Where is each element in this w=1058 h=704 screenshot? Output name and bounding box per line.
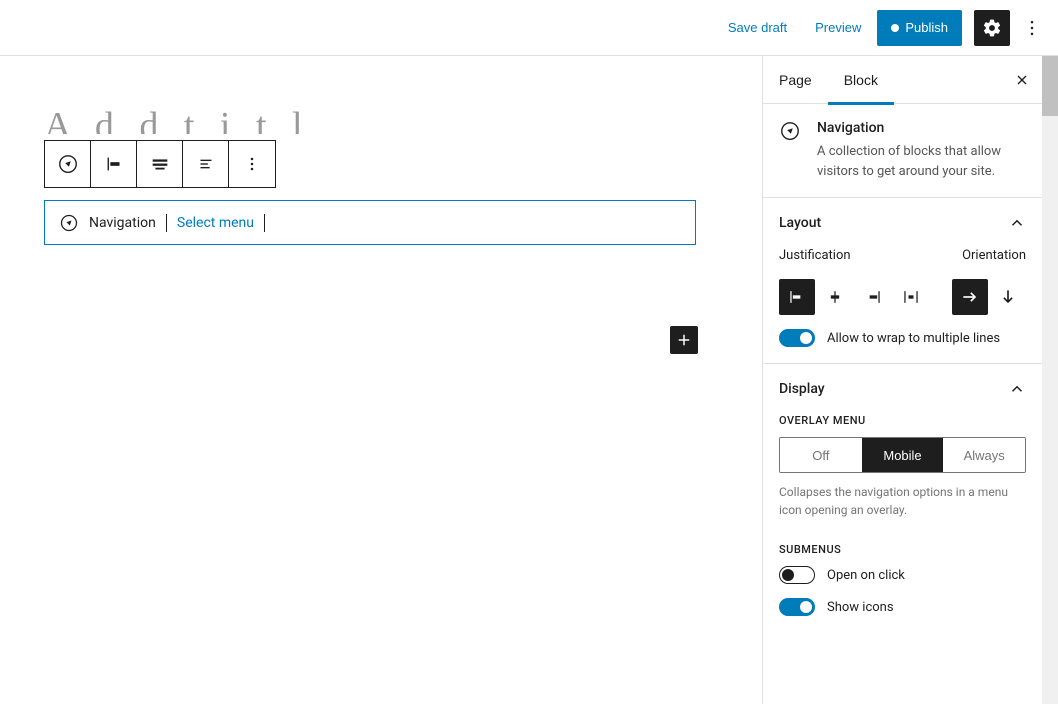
overlay-always-button[interactable]: Always [943, 438, 1025, 472]
justify-left-button[interactable] [779, 279, 815, 315]
close-icon [1014, 72, 1030, 88]
overlay-mobile-button[interactable]: Mobile [862, 438, 944, 472]
preview-button[interactable]: Preview [803, 12, 873, 43]
show-icons-label: Show icons [827, 600, 894, 615]
block-toolbar [44, 140, 276, 188]
orientation-buttons [952, 279, 1026, 315]
arrow-right-icon [960, 287, 980, 307]
block-info-panel: Navigation A collection of blocks that a… [763, 104, 1042, 198]
save-draft-button[interactable]: Save draft [716, 12, 799, 43]
text-align-icon [195, 153, 217, 175]
layout-panel-toggle[interactable]: Layout [779, 214, 1026, 232]
justify-right-icon [863, 287, 883, 307]
chevron-up-icon [1008, 380, 1026, 398]
justification-buttons [779, 279, 929, 315]
settings-sidebar: Page Block Navigation A collection of bl… [762, 56, 1042, 704]
text-align-button[interactable] [183, 141, 229, 187]
block-more-button[interactable] [229, 141, 275, 187]
open-on-click-label: Open on click [827, 568, 905, 583]
compass-icon [779, 120, 803, 181]
justify-right-button[interactable] [855, 279, 891, 315]
open-on-click-toggle[interactable] [779, 566, 815, 584]
editor-topbar: Save draft Preview Publish [0, 0, 1058, 56]
justification-label: Justification [779, 248, 851, 263]
block-type-button[interactable] [45, 141, 91, 187]
block-info-description: A collection of blocks that allow visito… [817, 142, 1026, 181]
overlay-off-button[interactable]: Off [780, 438, 862, 472]
justify-space-between-icon [901, 287, 921, 307]
justify-left-icon [787, 287, 807, 307]
show-icons-toggle[interactable] [779, 598, 815, 616]
layout-panel-title: Layout [779, 215, 821, 231]
align-lines-icon [149, 153, 171, 175]
editor-layout: A d d t i t l Navigation S [0, 56, 1058, 704]
orientation-horizontal-button[interactable] [952, 279, 988, 315]
status-dot-icon [891, 24, 899, 32]
divider [166, 214, 167, 232]
display-panel: Display OVERLAY MENU Off Mobile Always C… [763, 364, 1042, 632]
overlay-menu-heading: OVERLAY MENU [779, 414, 1026, 427]
compass-icon [57, 153, 79, 175]
justify-center-button[interactable] [817, 279, 853, 315]
wrap-toggle[interactable] [779, 329, 815, 347]
layout-panel: Layout Justification Orientation [763, 198, 1042, 364]
submenus-heading: SUBMENUS [779, 543, 1026, 556]
more-vertical-icon [242, 154, 262, 174]
compass-icon [59, 213, 79, 233]
justify-space-between-button[interactable] [893, 279, 929, 315]
justify-center-icon [825, 287, 845, 307]
orientation-label: Orientation [962, 248, 1026, 263]
align-button[interactable] [137, 141, 183, 187]
scrollbar-thumb[interactable] [1042, 56, 1058, 116]
display-panel-title: Display [779, 381, 825, 397]
publish-button-label: Publish [905, 20, 948, 35]
overlay-help-text: Collapses the navigation options in a me… [779, 483, 1026, 519]
justify-left-button[interactable] [91, 141, 137, 187]
add-block-button[interactable] [670, 326, 698, 354]
gear-icon [982, 18, 1002, 38]
sidebar-tabs: Page Block [763, 56, 1042, 104]
plus-icon [675, 331, 693, 349]
editor-canvas[interactable]: A d d t i t l Navigation S [0, 56, 762, 704]
justify-left-icon [103, 153, 125, 175]
orientation-vertical-button[interactable] [990, 279, 1026, 315]
navigation-block-label: Navigation [89, 215, 156, 231]
scrollbar-track[interactable] [1042, 56, 1058, 704]
wrap-toggle-label: Allow to wrap to multiple lines [827, 331, 1000, 346]
more-options-button[interactable] [1014, 10, 1050, 46]
settings-button[interactable] [974, 10, 1010, 46]
publish-button[interactable]: Publish [877, 10, 962, 46]
chevron-up-icon [1008, 214, 1026, 232]
page-title-placeholder[interactable]: A d d t i t l [44, 104, 718, 134]
display-panel-toggle[interactable]: Display [779, 380, 1026, 398]
arrow-down-icon [998, 287, 1018, 307]
navigation-block[interactable]: Navigation Select menu [44, 200, 696, 245]
overlay-menu-segmented: Off Mobile Always [779, 437, 1026, 473]
close-sidebar-button[interactable] [1002, 60, 1042, 100]
block-info-title: Navigation [817, 120, 1026, 136]
select-menu-link[interactable]: Select menu [177, 215, 254, 231]
tab-page[interactable]: Page [763, 56, 828, 104]
divider [264, 214, 265, 232]
tab-block[interactable]: Block [828, 56, 894, 104]
more-vertical-icon [1022, 18, 1042, 38]
